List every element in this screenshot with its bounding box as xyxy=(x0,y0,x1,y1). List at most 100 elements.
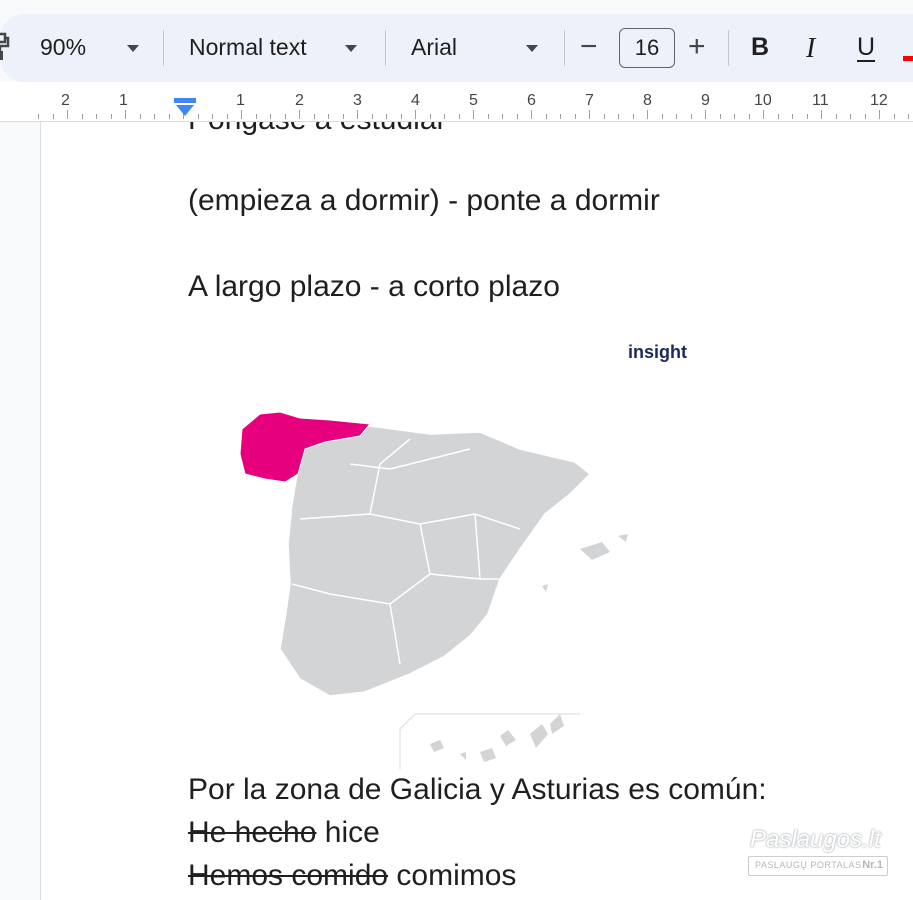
ruler-tick xyxy=(575,114,576,119)
increase-font-size-button[interactable]: + xyxy=(688,30,706,64)
ruler-label: 2 xyxy=(295,92,304,109)
paint-format-icon[interactable] xyxy=(0,32,12,62)
ruler-tick xyxy=(212,114,213,119)
ruler-label: 2 xyxy=(61,92,70,109)
ruler-tick xyxy=(198,114,199,119)
ruler-label: 3 xyxy=(353,92,362,109)
ruler-tick xyxy=(546,114,547,119)
ruler-label: 1 xyxy=(236,92,245,109)
ruler-tick xyxy=(792,114,793,119)
toolbar-divider xyxy=(163,30,164,66)
ruler-tick xyxy=(473,110,474,119)
text-line-4: He hecho hice xyxy=(188,816,380,850)
text-line-1: (empieza a dormir) - ponte a dormir xyxy=(188,184,660,217)
ruler-tick xyxy=(415,110,416,119)
ruler-tick xyxy=(633,114,634,119)
ruler-tick xyxy=(647,110,648,119)
ruler-tick xyxy=(560,114,561,119)
indent-marker-icon[interactable] xyxy=(174,96,196,118)
ruler-tick xyxy=(38,114,39,119)
ruler-tick xyxy=(749,114,750,119)
ruler-tick xyxy=(879,110,880,119)
canary-islands xyxy=(430,714,564,762)
ruler-tick xyxy=(154,114,155,119)
ruler-tick xyxy=(763,110,764,119)
formatting-toolbar: 90% Normal text Arial − 16 + B I U xyxy=(0,14,913,82)
ruler-tick xyxy=(836,114,837,119)
ruler-tick xyxy=(444,114,445,119)
ruler-tick xyxy=(241,110,242,119)
ruler-tick xyxy=(517,114,518,119)
ruler-label: 6 xyxy=(527,92,536,109)
ruler-tick xyxy=(778,114,779,119)
ruler-tick xyxy=(720,114,721,119)
correction-text: comimos xyxy=(388,859,517,892)
ruler-tick xyxy=(314,114,315,119)
font-caret-down-icon[interactable] xyxy=(526,45,538,52)
ruler-tick xyxy=(53,114,54,119)
ruler-tick xyxy=(734,114,735,119)
ruler-tick xyxy=(125,110,126,119)
paragraph-style-value: Normal text xyxy=(189,34,307,60)
ruler-label: 4 xyxy=(411,92,420,109)
font-size-value: 16 xyxy=(634,35,660,60)
ruler-tick xyxy=(821,110,822,119)
minus-icon: − xyxy=(580,30,598,63)
ruler-tick xyxy=(589,110,590,119)
ruler-tick xyxy=(140,114,141,119)
font-family-select[interactable]: Arial xyxy=(411,34,457,61)
ruler-tick xyxy=(691,114,692,119)
zoom-value: 90% xyxy=(40,34,87,60)
ruler-tick xyxy=(488,114,489,119)
ruler-tick xyxy=(82,114,83,119)
plus-icon: + xyxy=(688,30,706,63)
ruler-label: 7 xyxy=(585,92,594,109)
ruler-tick xyxy=(676,114,677,119)
spain-map-image[interactable] xyxy=(230,374,700,769)
font-family-value: Arial xyxy=(411,34,458,60)
text-line-5: Hemos comido comimos xyxy=(188,859,516,893)
ruler-tick xyxy=(111,114,112,119)
italic-button[interactable]: I xyxy=(806,33,815,65)
zoom-select[interactable]: 90% xyxy=(40,34,86,61)
horizontal-ruler[interactable]: 2 1 1 2 3 4 5 6 7 8 9 10 11 12 xyxy=(0,82,913,122)
watermark-banner: PASLAUGŲ PORTALAS Nr.1 xyxy=(748,856,888,876)
bold-button[interactable]: B xyxy=(751,33,769,62)
underline-button[interactable]: U xyxy=(857,33,875,62)
zoom-caret-down-icon[interactable] xyxy=(127,45,139,52)
ruler-label: 11 xyxy=(812,92,829,109)
ruler-tick xyxy=(662,114,663,119)
ruler-tick xyxy=(865,114,866,119)
ruler-tick xyxy=(96,114,97,119)
text-line-2: A largo plazo - a corto plazo xyxy=(188,270,560,303)
ruler-tick xyxy=(531,110,532,119)
style-caret-down-icon[interactable] xyxy=(345,45,357,52)
ruler-tick xyxy=(256,114,257,119)
balearic-islands xyxy=(542,534,628,592)
watermark-title: Paslaugos.lt xyxy=(750,826,881,853)
ruler-tick xyxy=(850,114,851,119)
ruler-tick xyxy=(357,110,358,119)
ruler-label: 9 xyxy=(701,92,710,109)
text-color-icon[interactable] xyxy=(903,56,913,61)
ruler-label: 5 xyxy=(469,92,478,109)
underline-icon: U xyxy=(857,33,876,61)
watermark-logo: Paslaugos.lt PASLAUGŲ PORTALAS Nr.1 xyxy=(748,826,888,878)
ruler-tick xyxy=(430,114,431,119)
font-size-input[interactable]: 16 xyxy=(619,28,675,68)
ruler-tick xyxy=(285,114,286,119)
italic-icon: I xyxy=(806,33,816,64)
paragraph-style-select[interactable]: Normal text xyxy=(189,34,307,61)
image-caption-fragment: insight xyxy=(628,342,687,362)
ruler-tick xyxy=(618,114,619,119)
toolbar-divider xyxy=(385,30,386,66)
ruler-label: 1 xyxy=(119,92,128,109)
ruler-tick xyxy=(459,114,460,119)
ruler-tick xyxy=(604,114,605,119)
document-canvas[interactable]: Pongase a estudiar (empieza a dormir) - … xyxy=(0,122,913,900)
ruler-label: 8 xyxy=(643,92,652,109)
watermark-subtitle: PASLAUGŲ PORTALAS xyxy=(755,860,862,870)
decrease-font-size-button[interactable]: − xyxy=(580,30,598,64)
ruler-tick xyxy=(401,114,402,119)
correction-text: hice xyxy=(316,816,380,849)
